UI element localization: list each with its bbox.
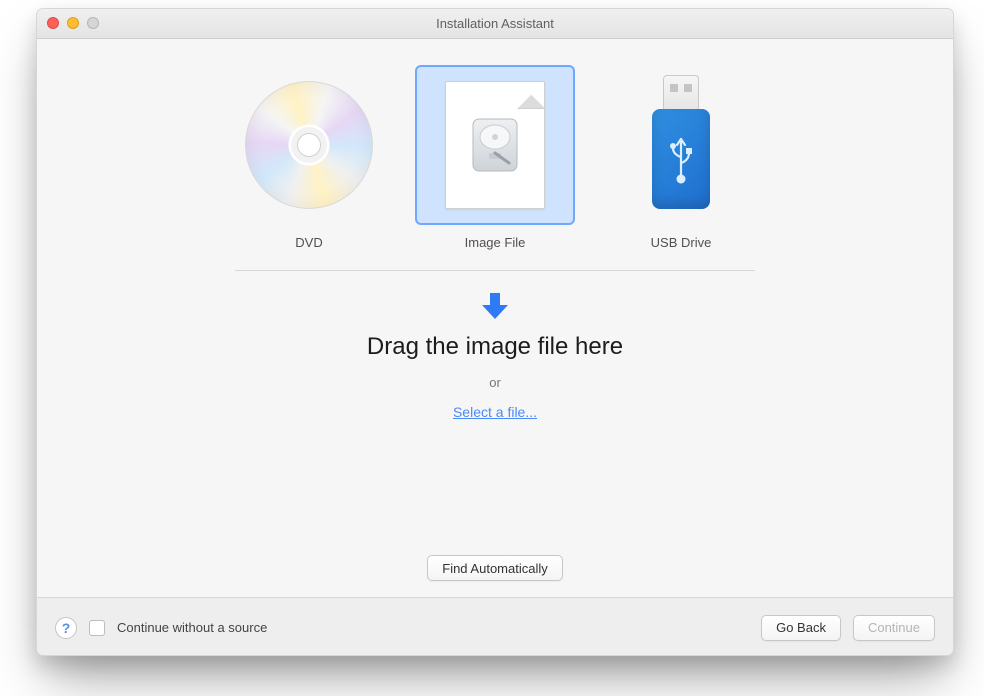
down-arrow-icon [478,289,512,323]
usb-drive-icon [601,65,761,225]
divider [235,270,755,271]
select-file-link[interactable]: Select a file... [453,404,537,420]
source-selector: DVD [229,65,761,250]
source-option-usb-drive[interactable]: USB Drive [601,65,761,250]
window-controls [47,17,99,29]
minimize-window-button[interactable] [67,17,79,29]
dvd-icon [229,65,389,225]
footer-bar: ? Continue without a source Go Back Cont… [37,597,953,656]
usb-symbol-icon [666,133,696,185]
source-option-label: USB Drive [651,235,712,250]
continue-without-source-label[interactable]: Continue without a source [117,620,267,635]
content-area: DVD [37,39,953,597]
close-window-button[interactable] [47,17,59,29]
go-back-button[interactable]: Go Back [761,615,841,641]
drop-zone-or-label: or [489,375,501,390]
find-automatically-button[interactable]: Find Automatically [427,555,563,581]
help-button[interactable]: ? [55,617,77,639]
continue-button[interactable]: Continue [853,615,935,641]
help-icon: ? [62,620,71,636]
zoom-window-button[interactable] [87,17,99,29]
source-option-label: Image File [465,235,526,250]
installation-assistant-window: Installation Assistant DVD [36,8,954,656]
hard-disk-icon [467,113,523,177]
continue-without-source-checkbox[interactable] [89,620,105,636]
source-option-dvd[interactable]: DVD [229,65,389,250]
source-option-image-file[interactable]: Image File [415,65,575,250]
drop-zone-title: Drag the image file here [367,333,623,361]
source-option-label: DVD [295,235,322,250]
titlebar: Installation Assistant [37,9,953,39]
image-file-icon [415,65,575,225]
window-title: Installation Assistant [436,16,554,31]
